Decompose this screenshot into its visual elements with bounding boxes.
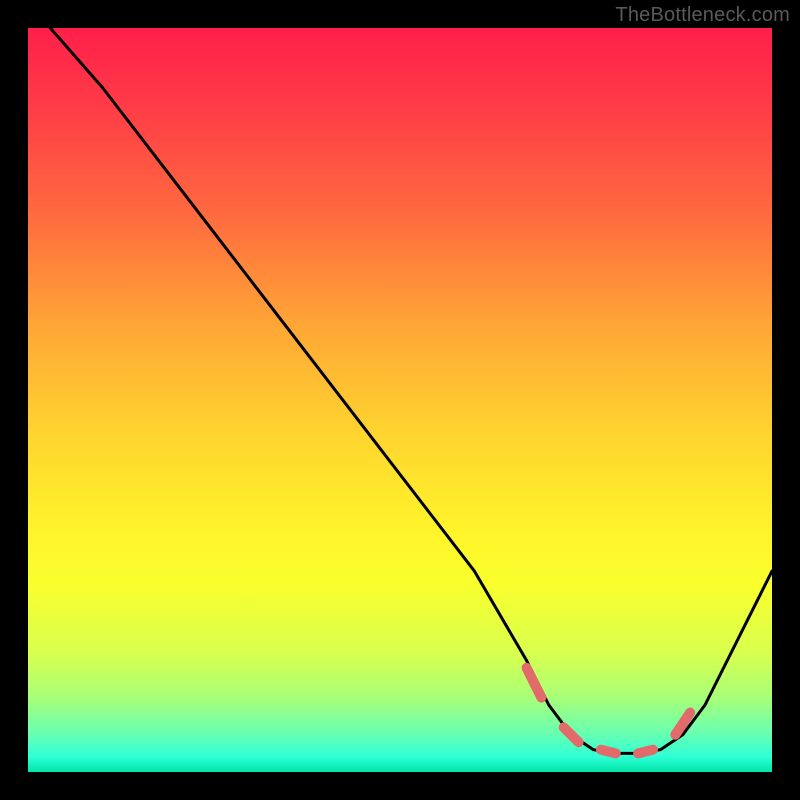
curve-layer <box>28 28 772 772</box>
optimal-dashes <box>527 668 691 754</box>
chart-frame: TheBottleneck.com <box>0 0 800 800</box>
plot-area <box>28 28 772 772</box>
watermark-text: TheBottleneck.com <box>615 4 790 27</box>
bottleneck-curve <box>28 28 772 753</box>
